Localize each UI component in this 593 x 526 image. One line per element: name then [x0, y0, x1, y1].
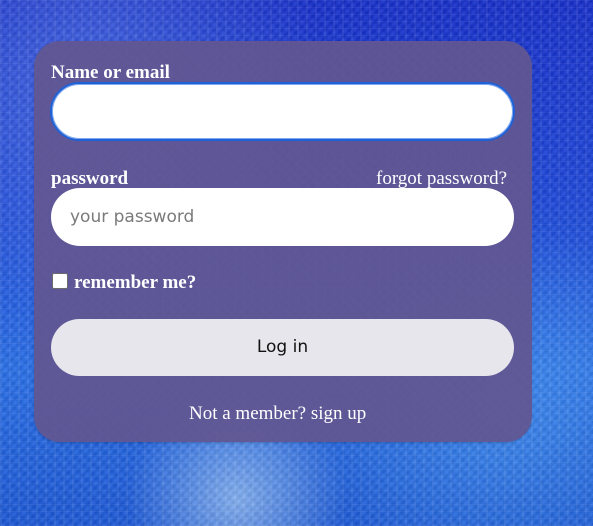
login-button[interactable]: Log in	[51, 319, 514, 376]
name-or-email-input[interactable]	[50, 82, 515, 141]
remember-me-checkbox[interactable]	[52, 273, 68, 289]
password-input[interactable]	[51, 188, 514, 246]
name-or-email-label: Name or email	[51, 62, 170, 83]
forgot-password-link[interactable]: forgot password?	[376, 169, 507, 188]
login-button-label: Log in	[256, 337, 309, 357]
remember-me-label: remember me?	[74, 272, 197, 293]
password-label: password	[51, 168, 129, 189]
sign-up-link[interactable]: Not a member? sign up	[189, 404, 366, 423]
login-card: Name or email password forgot password? …	[34, 41, 532, 442]
